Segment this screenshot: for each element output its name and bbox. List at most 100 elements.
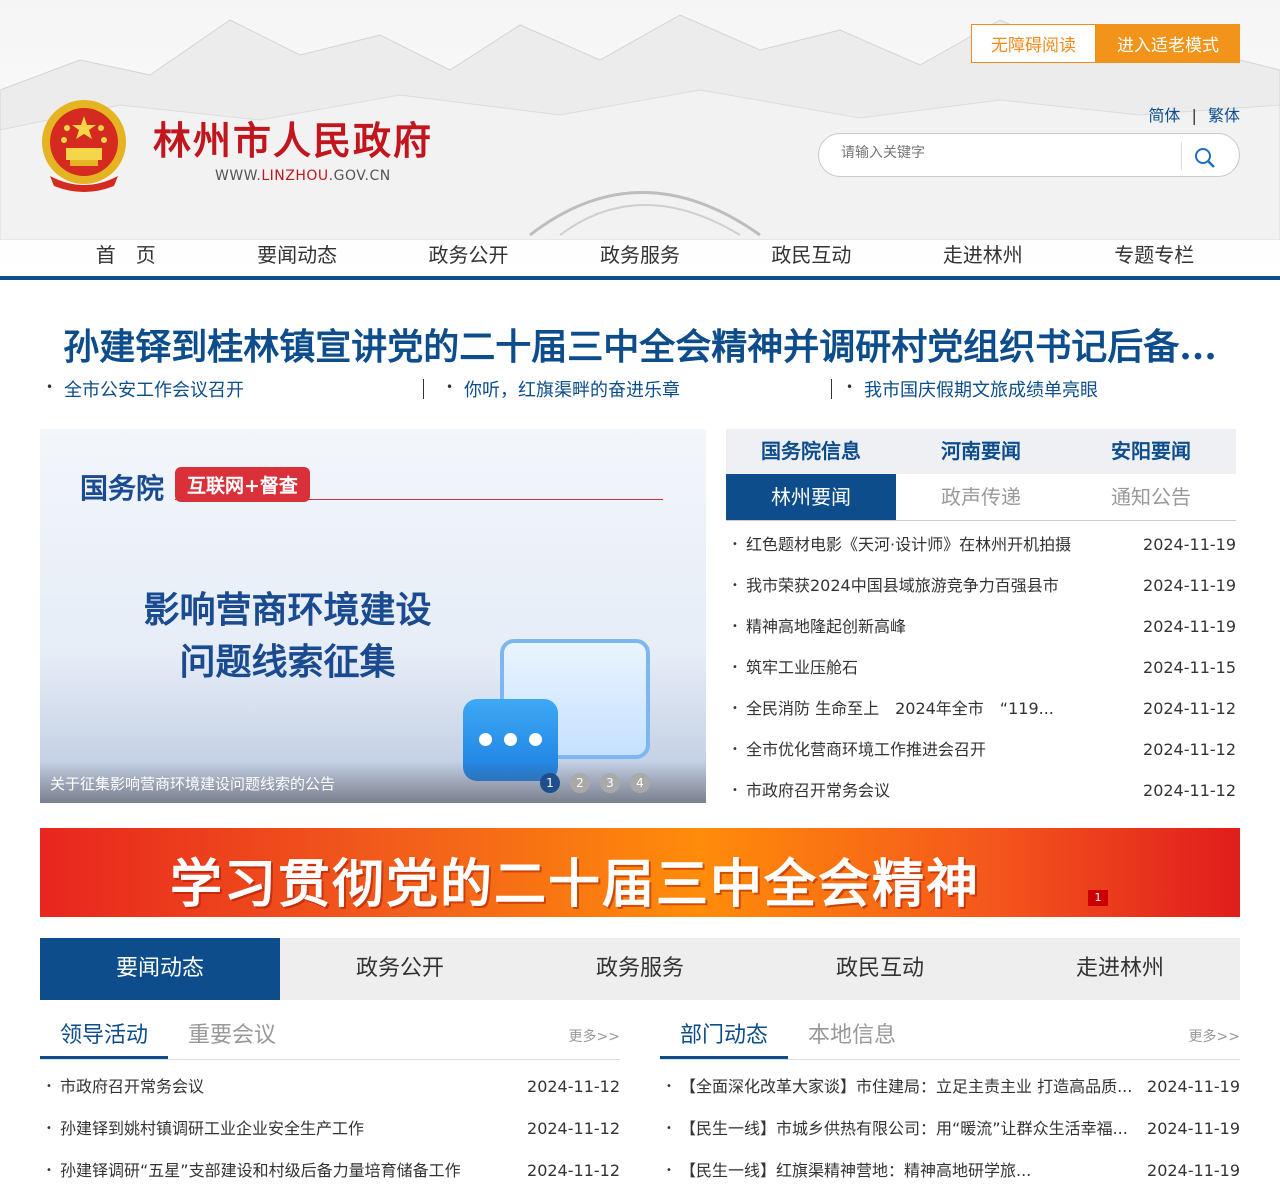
more-link[interactable]: 更多>> — [569, 1026, 620, 1046]
carousel-dot[interactable]: 1 — [540, 773, 560, 793]
list-item[interactable]: 市政府召开常务会议 2024-11-12 — [40, 1066, 620, 1108]
list-item[interactable]: 精神高地隆起创新高峰2024-11-19 — [726, 606, 1236, 647]
site-url-suffix: .GOV.CN — [328, 168, 391, 184]
news-title[interactable]: 筑牢工业压舱石 — [746, 647, 1141, 688]
sub-headlines: 全市公安工作会议召开 你听，红旗渠畔的奋进乐章 我市国庆假期文旅成绩单亮眼 — [40, 376, 1240, 402]
nav-gov-services[interactable]: 政务服务 — [554, 239, 725, 268]
list-item[interactable]: 【民生一线】红旗渠精神营地：精神高地研学旅... 2024-11-19 — [660, 1150, 1240, 1192]
lang-traditional-link[interactable]: 繁体 — [1208, 106, 1240, 125]
news-date: 2024-11-12 — [527, 1077, 620, 1096]
nav-about-linzhou[interactable]: 走进林州 — [897, 239, 1068, 268]
section-tab-about-linzhou[interactable]: 走进林州 — [1000, 938, 1240, 1000]
language-switch: 简体 | 繁体 — [1148, 102, 1240, 126]
search-box — [818, 133, 1240, 177]
news-title[interactable]: 精神高地隆起创新高峰 — [746, 606, 1141, 647]
site-url-prefix: WWW. — [215, 168, 262, 184]
tab-leader-activities[interactable]: 领导活动 — [40, 1016, 169, 1059]
tab-department-news[interactable]: 部门动态 — [660, 1016, 789, 1059]
sub-headline-item[interactable]: 你听，红旗渠畔的奋进乐章 — [440, 376, 840, 402]
sub-headline-item[interactable]: 我市国庆假期文旅成绩单亮眼 — [840, 376, 1240, 402]
news-list: 红色题材电影《天河·设计师》在林州开机拍摄2024-11-19 我市荣获2024… — [726, 524, 1236, 811]
news-date: 2024-11-15 — [1143, 658, 1236, 677]
main-nav: 首 页 要闻动态 政务公开 政务服务 政民互动 走进林州 专题专栏 — [40, 239, 1240, 268]
news-date: 2024-11-12 — [1143, 781, 1236, 800]
promo-banner[interactable]: 学习贯彻党的二十届三中全会精神 1 — [40, 828, 1240, 917]
section-tab-gov-affairs[interactable]: 政务公开 — [280, 938, 520, 1000]
news-title[interactable]: 孙建铎到姚村镇调研工业企业安全生产工作 — [60, 1108, 520, 1150]
left-column-tabs: 领导活动 重要会议 更多>> — [40, 1016, 620, 1060]
right-news-column: 部门动态 本地信息 更多>> 【全面深化改革大家谈】市住建局：立足主责主业 打造… — [660, 1016, 1240, 1192]
list-item[interactable]: 红色题材电影《天河·设计师》在林州开机拍摄2024-11-19 — [726, 524, 1236, 565]
list-item[interactable]: 【民生一线】市城乡供热有限公司：用“暖流”让群众生活幸福... 2024-11-1… — [660, 1108, 1240, 1150]
section-tab-interaction[interactable]: 政民互动 — [760, 938, 1000, 1000]
news-title[interactable]: 我市荣获2024中国县域旅游竞争力百强县市 — [746, 565, 1141, 606]
section-tab-gov-services[interactable]: 政务服务 — [520, 938, 760, 1000]
news-title[interactable]: 市政府召开常务会议 — [746, 770, 1141, 811]
nav-special-topics[interactable]: 专题专栏 — [1069, 239, 1240, 268]
top-mode-buttons: 无障碍阅读 进入适老模式 — [971, 24, 1240, 63]
list-item[interactable]: 【全面深化改革大家谈】市住建局：立足主责主业 打造高品质... 2024-11-1… — [660, 1066, 1240, 1108]
elder-mode-button[interactable]: 进入适老模式 — [1096, 24, 1240, 63]
section-tab-news[interactable]: 要闻动态 — [40, 938, 280, 1000]
tab-linzhou-news[interactable]: 林州要闻 — [726, 474, 896, 520]
carousel-caption[interactable]: 关于征集影响营商环境建设问题线索的公告 — [50, 773, 335, 794]
nav-gov-affairs[interactable]: 政务公开 — [383, 239, 554, 268]
search-input[interactable] — [841, 145, 1171, 161]
search-divider — [1181, 142, 1182, 170]
news-panel: 国务院信息 河南要闻 安阳要闻 林州要闻 政声传递 通知公告 红色题材电影《天河… — [726, 429, 1236, 811]
carousel-dot[interactable]: 4 — [630, 773, 650, 793]
list-item[interactable]: 孙建铎调研“五星”支部建设和村级后备力量培育储备工作 2024-11-12 — [40, 1150, 620, 1192]
carousel-tag: 互联网+督查 — [175, 467, 310, 502]
site-header: 无障碍阅读 进入适老模式 林州市人民政府 WWW.LINZHOU.GOV.CN … — [0, 0, 1280, 280]
nav-news[interactable]: 要闻动态 — [211, 239, 382, 268]
left-news-list: 市政府召开常务会议 2024-11-12 孙建铎到姚村镇调研工业企业安全生产工作 2… — [40, 1066, 620, 1192]
tab-state-council[interactable]: 国务院信息 — [726, 429, 896, 474]
site-name: 林州市人民政府 — [153, 118, 434, 163]
right-news-list: 【全面深化改革大家谈】市住建局：立足主责主业 打造高品质... 2024-11-1… — [660, 1066, 1240, 1192]
search-icon[interactable] — [1193, 146, 1217, 170]
tab-gov-voice[interactable]: 政声传递 — [896, 474, 1066, 520]
headline-title[interactable]: 孙建铎到桂林镇宣讲党的二十届三中全会精神并调研村党组织书记后备... — [40, 318, 1240, 370]
lang-simplified-link[interactable]: 简体 — [1148, 106, 1180, 125]
news-title[interactable]: 全民消防 生命至上 2024年全市 “119... — [746, 688, 1141, 729]
news-title[interactable]: 红色题材电影《天河·设计师》在林州开机拍摄 — [746, 524, 1141, 565]
news-date: 2024-11-19 — [1143, 576, 1236, 595]
news-title[interactable]: 【民生一线】红旗渠精神营地：精神高地研学旅... — [680, 1150, 1140, 1192]
news-title[interactable]: 全市优化营商环境工作推进会召开 — [746, 729, 1141, 770]
news-title[interactable]: 市政府召开常务会议 — [60, 1066, 520, 1108]
banner-page-indicator[interactable]: 1 — [1088, 890, 1108, 906]
news-date: 2024-11-19 — [1143, 617, 1236, 636]
nav-interaction[interactable]: 政民互动 — [726, 239, 897, 268]
carousel-dot[interactable]: 2 — [570, 773, 590, 793]
list-item[interactable]: 筑牢工业压舱石2024-11-15 — [726, 647, 1236, 688]
news-tabs-bottom: 林州要闻 政声传递 通知公告 — [726, 474, 1236, 521]
tab-important-meetings[interactable]: 重要会议 — [168, 1016, 296, 1059]
tab-notices[interactable]: 通知公告 — [1066, 474, 1236, 520]
news-title[interactable]: 孙建铎调研“五星”支部建设和村级后备力量培育储备工作 — [60, 1150, 520, 1192]
tab-henan-news[interactable]: 河南要闻 — [896, 429, 1066, 474]
list-item[interactable]: 全民消防 生命至上 2024年全市 “119...2024-11-12 — [726, 688, 1236, 729]
news-date: 2024-11-12 — [527, 1161, 620, 1180]
list-item[interactable]: 我市荣获2024中国县域旅游竞争力百强县市2024-11-19 — [726, 565, 1236, 606]
sub-headline-divider — [423, 379, 424, 399]
list-item[interactable]: 全市优化营商环境工作推进会召开2024-11-12 — [726, 729, 1236, 770]
carousel-dot[interactable]: 3 — [600, 773, 620, 793]
list-item[interactable]: 孙建铎到姚村镇调研工业企业安全生产工作 2024-11-12 — [40, 1108, 620, 1150]
more-link[interactable]: 更多>> — [1189, 1026, 1240, 1046]
sub-headline-item[interactable]: 全市公安工作会议召开 — [40, 376, 440, 402]
nav-home[interactable]: 首 页 — [40, 239, 211, 268]
news-date: 2024-11-19 — [1147, 1119, 1240, 1138]
news-date: 2024-11-12 — [1143, 699, 1236, 718]
news-title[interactable]: 【全面深化改革大家谈】市住建局：立足主责主业 打造高品质... — [680, 1066, 1140, 1108]
image-carousel[interactable]: 国务院 互联网+督查 影响营商环境建设 问题线索征集 关于征集影响营商环境建设问… — [40, 429, 706, 803]
list-item[interactable]: 市政府召开常务会议2024-11-12 — [726, 770, 1236, 811]
tab-anyang-news[interactable]: 安阳要闻 — [1066, 429, 1236, 474]
carousel-pagination: 1 2 3 4 — [540, 773, 650, 793]
right-column-tabs: 部门动态 本地信息 更多>> — [660, 1016, 1240, 1060]
national-emblem-logo — [42, 100, 126, 192]
news-title[interactable]: 【民生一线】市城乡供热有限公司：用“暖流”让群众生活幸福... — [680, 1108, 1140, 1150]
news-date: 2024-11-19 — [1143, 535, 1236, 554]
news-date: 2024-11-19 — [1147, 1161, 1240, 1180]
tab-local-info[interactable]: 本地信息 — [788, 1016, 916, 1059]
accessibility-reading-button[interactable]: 无障碍阅读 — [971, 24, 1096, 63]
